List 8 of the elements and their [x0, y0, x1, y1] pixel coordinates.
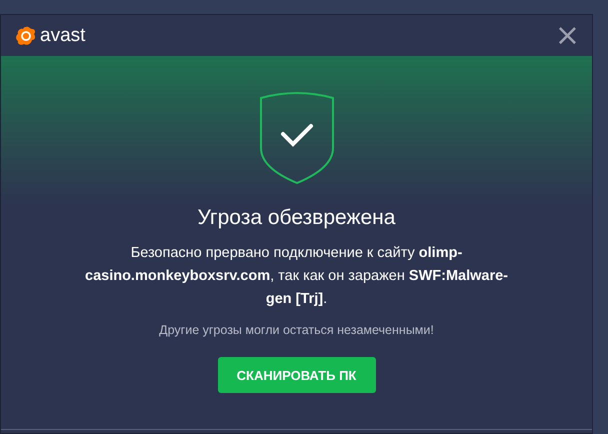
shield-check-icon	[258, 90, 336, 186]
splat-logo-icon	[15, 24, 37, 46]
warning-note: Другие угрозы могли остаться незамеченными!	[159, 323, 434, 337]
alert-title: Угроза обезврежена	[198, 206, 396, 230]
scan-button[interactable]: СКАНИРОВАТЬ ПК	[218, 357, 376, 393]
alert-message: Безопасно прервано подключение к сайту olimp-casino.monkeyboxsrv.com, так как он заражен SWF:Malware-gen [Trj].	[84, 244, 509, 309]
close-button[interactable]: ×	[548, 20, 586, 50]
logo-wordmark: avast	[40, 24, 86, 46]
